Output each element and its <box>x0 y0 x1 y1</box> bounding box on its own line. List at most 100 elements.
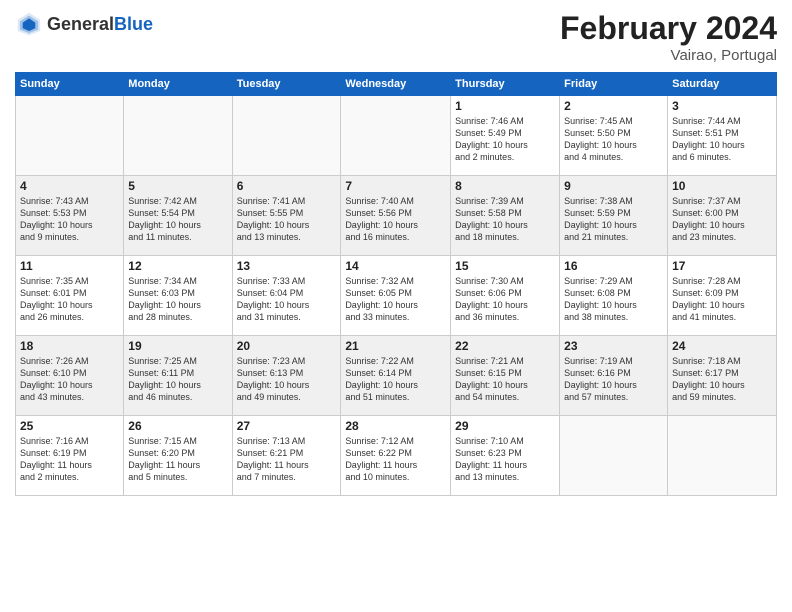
day-info: Sunrise: 7:33 AM Sunset: 6:04 PM Dayligh… <box>237 275 337 324</box>
day-number: 9 <box>564 179 663 193</box>
day-number: 26 <box>128 419 227 433</box>
col-saturday: Saturday <box>668 73 777 96</box>
day-info: Sunrise: 7:15 AM Sunset: 6:20 PM Dayligh… <box>128 435 227 484</box>
table-row: 21Sunrise: 7:22 AM Sunset: 6:14 PM Dayli… <box>341 336 451 416</box>
day-info: Sunrise: 7:29 AM Sunset: 6:08 PM Dayligh… <box>564 275 663 324</box>
table-row <box>668 416 777 496</box>
table-row: 5 Sunrise: 7:42 AM Sunset: 5:54 PM Daylig… <box>124 176 232 256</box>
table-row: 2 Sunrise: 7:45 AM Sunset: 5:50 PM Daylig… <box>560 96 668 176</box>
table-row: 14Sunrise: 7:32 AM Sunset: 6:05 PM Dayli… <box>341 256 451 336</box>
table-row: 12Sunrise: 7:34 AM Sunset: 6:03 PM Dayli… <box>124 256 232 336</box>
calendar-header-row: Sunday Monday Tuesday Wednesday Thursday… <box>16 73 777 96</box>
table-row: 7 Sunrise: 7:40 AM Sunset: 5:56 PM Daylig… <box>341 176 451 256</box>
day-number: 15 <box>455 259 555 273</box>
day-number: 24 <box>672 339 772 353</box>
table-row: 13 Sunrise: 7:33 AM Sunset: 6:04 PM Dayli… <box>232 256 341 336</box>
day-number: 18 <box>20 339 119 353</box>
calendar-week-1: 4Sunrise: 7:43 AM Sunset: 5:53 PM Daylig… <box>16 176 777 256</box>
day-number: 23 <box>564 339 663 353</box>
day-info: Sunrise: 7:37 AM Sunset: 6:00 PM Dayligh… <box>672 195 772 244</box>
day-info: Sunrise: 7:18 AM Sunset: 6:17 PM Dayligh… <box>672 355 772 404</box>
day-number: 22 <box>455 339 555 353</box>
day-info: Sunrise: 7:21 AM Sunset: 6:15 PM Dayligh… <box>455 355 555 404</box>
day-number: 29 <box>455 419 555 433</box>
day-number: 2 <box>564 99 663 113</box>
calendar: Sunday Monday Tuesday Wednesday Thursday… <box>15 72 777 496</box>
table-row: 15 Sunrise: 7:30 AM Sunset: 6:06 PM Dayli… <box>451 256 560 336</box>
day-info: Sunrise: 7:40 AM Sunset: 5:56 PM Dayligh… <box>345 195 446 244</box>
table-row: 22 Sunrise: 7:21 AM Sunset: 6:15 PM Dayli… <box>451 336 560 416</box>
calendar-week-4: 25 Sunrise: 7:16 AM Sunset: 6:19 PM Dayli… <box>16 416 777 496</box>
table-row: 23 Sunrise: 7:19 AM Sunset: 6:16 PM Dayli… <box>560 336 668 416</box>
col-friday: Friday <box>560 73 668 96</box>
calendar-week-2: 11 Sunrise: 7:35 AM Sunset: 6:01 PM Dayli… <box>16 256 777 336</box>
day-number: 1 <box>455 99 555 113</box>
table-row: 8 Sunrise: 7:39 AM Sunset: 5:58 PM Daylig… <box>451 176 560 256</box>
logo-text: GeneralBlue <box>47 14 153 35</box>
day-info: Sunrise: 7:26 AM Sunset: 6:10 PM Dayligh… <box>20 355 119 404</box>
table-row: 19Sunrise: 7:25 AM Sunset: 6:11 PM Dayli… <box>124 336 232 416</box>
day-number: 6 <box>237 179 337 193</box>
table-row: 29 Sunrise: 7:10 AM Sunset: 6:23 PM Dayli… <box>451 416 560 496</box>
page-container: GeneralBlue February 2024 Vairao, Portug… <box>0 0 792 506</box>
location: Vairao, Portugal <box>560 47 777 64</box>
month-year: February 2024 <box>560 10 777 47</box>
table-row: 24 Sunrise: 7:18 AM Sunset: 6:17 PM Dayli… <box>668 336 777 416</box>
table-row: 4Sunrise: 7:43 AM Sunset: 5:53 PM Daylig… <box>16 176 124 256</box>
calendar-week-0: 1 Sunrise: 7:46 AM Sunset: 5:49 PM Daylig… <box>16 96 777 176</box>
table-row: 28 Sunrise: 7:12 AM Sunset: 6:22 PM Dayli… <box>341 416 451 496</box>
day-number: 25 <box>20 419 119 433</box>
calendar-week-3: 18 Sunrise: 7:26 AM Sunset: 6:10 PM Dayli… <box>16 336 777 416</box>
day-info: Sunrise: 7:39 AM Sunset: 5:58 PM Dayligh… <box>455 195 555 244</box>
day-number: 11 <box>20 259 119 273</box>
day-number: 8 <box>455 179 555 193</box>
day-info: Sunrise: 7:22 AM Sunset: 6:14 PM Dayligh… <box>345 355 446 404</box>
col-wednesday: Wednesday <box>341 73 451 96</box>
table-row: 18 Sunrise: 7:26 AM Sunset: 6:10 PM Dayli… <box>16 336 124 416</box>
day-info: Sunrise: 7:38 AM Sunset: 5:59 PM Dayligh… <box>564 195 663 244</box>
table-row: 16 Sunrise: 7:29 AM Sunset: 6:08 PM Dayli… <box>560 256 668 336</box>
day-info: Sunrise: 7:35 AM Sunset: 6:01 PM Dayligh… <box>20 275 119 324</box>
table-row: 26 Sunrise: 7:15 AM Sunset: 6:20 PM Dayli… <box>124 416 232 496</box>
day-info: Sunrise: 7:44 AM Sunset: 5:51 PM Dayligh… <box>672 115 772 164</box>
table-row: 10 Sunrise: 7:37 AM Sunset: 6:00 PM Dayli… <box>668 176 777 256</box>
table-row: 25 Sunrise: 7:16 AM Sunset: 6:19 PM Dayli… <box>16 416 124 496</box>
day-info: Sunrise: 7:28 AM Sunset: 6:09 PM Dayligh… <box>672 275 772 324</box>
table-row: 1 Sunrise: 7:46 AM Sunset: 5:49 PM Daylig… <box>451 96 560 176</box>
day-number: 4 <box>20 179 119 193</box>
title-section: February 2024 Vairao, Portugal <box>560 10 777 64</box>
day-info: Sunrise: 7:30 AM Sunset: 6:06 PM Dayligh… <box>455 275 555 324</box>
day-number: 16 <box>564 259 663 273</box>
day-number: 13 <box>237 259 337 273</box>
table-row: 3Sunrise: 7:44 AM Sunset: 5:51 PM Daylig… <box>668 96 777 176</box>
table-row <box>341 96 451 176</box>
col-tuesday: Tuesday <box>232 73 341 96</box>
col-monday: Monday <box>124 73 232 96</box>
logo: GeneralBlue <box>15 10 153 38</box>
day-info: Sunrise: 7:19 AM Sunset: 6:16 PM Dayligh… <box>564 355 663 404</box>
logo-icon <box>15 10 43 38</box>
day-info: Sunrise: 7:46 AM Sunset: 5:49 PM Dayligh… <box>455 115 555 164</box>
day-info: Sunrise: 7:16 AM Sunset: 6:19 PM Dayligh… <box>20 435 119 484</box>
table-row <box>16 96 124 176</box>
header: GeneralBlue February 2024 Vairao, Portug… <box>15 10 777 64</box>
day-number: 17 <box>672 259 772 273</box>
table-row: 6 Sunrise: 7:41 AM Sunset: 5:55 PM Daylig… <box>232 176 341 256</box>
day-number: 27 <box>237 419 337 433</box>
day-info: Sunrise: 7:23 AM Sunset: 6:13 PM Dayligh… <box>237 355 337 404</box>
day-number: 19 <box>128 339 227 353</box>
table-row: 9 Sunrise: 7:38 AM Sunset: 5:59 PM Daylig… <box>560 176 668 256</box>
day-info: Sunrise: 7:34 AM Sunset: 6:03 PM Dayligh… <box>128 275 227 324</box>
day-number: 5 <box>128 179 227 193</box>
day-number: 28 <box>345 419 446 433</box>
day-info: Sunrise: 7:42 AM Sunset: 5:54 PM Dayligh… <box>128 195 227 244</box>
day-info: Sunrise: 7:10 AM Sunset: 6:23 PM Dayligh… <box>455 435 555 484</box>
day-number: 10 <box>672 179 772 193</box>
day-info: Sunrise: 7:41 AM Sunset: 5:55 PM Dayligh… <box>237 195 337 244</box>
day-info: Sunrise: 7:45 AM Sunset: 5:50 PM Dayligh… <box>564 115 663 164</box>
day-info: Sunrise: 7:12 AM Sunset: 6:22 PM Dayligh… <box>345 435 446 484</box>
day-number: 20 <box>237 339 337 353</box>
table-row: 20 Sunrise: 7:23 AM Sunset: 6:13 PM Dayli… <box>232 336 341 416</box>
logo-general: General <box>47 14 114 34</box>
day-number: 7 <box>345 179 446 193</box>
